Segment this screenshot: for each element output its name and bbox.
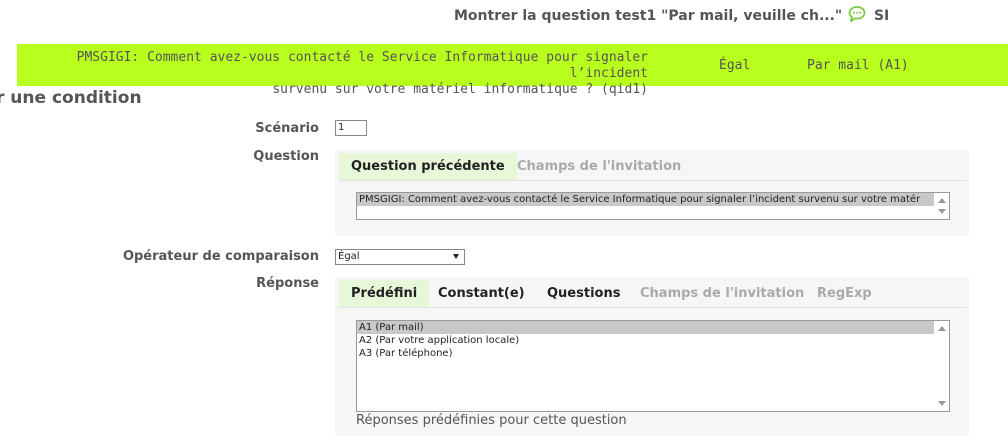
operator-select[interactable]: Égal [335,249,465,265]
scenario-label: Scénario [255,121,319,136]
answers-help-text: Réponses prédéfinies pour cette question [356,413,627,428]
rule-title: Montrer la question test1 "Par mail, veu… [454,6,889,24]
tab-questions[interactable]: Questions [535,280,632,307]
condition-question-line1: PMSGIGI: Comment avez-vous contacté le S… [76,50,648,81]
operator-select-value: Égal [338,251,360,262]
answer-option[interactable]: A3 (Par téléphone) [357,347,949,360]
section-title: r une condition [0,88,142,108]
tab-invitation-fields[interactable]: Champs de l'invitation [505,153,693,180]
question-label: Question [253,149,319,164]
scenario-input[interactable]: 1 [335,120,367,136]
tab-divider [339,180,967,181]
answers-listbox[interactable]: A1 (Par mail) A2 (Par votre application … [356,320,950,412]
question-scrollbar[interactable] [934,193,949,219]
response-label: Réponse [256,276,319,291]
scroll-down-icon[interactable] [938,209,946,214]
rule-title-suffix: SI [873,8,890,24]
answers-scrollbar[interactable] [934,321,949,411]
dropdown-caret-icon [453,254,459,259]
tab-constant[interactable]: Constant(e) [426,280,537,307]
tab-divider [339,307,967,308]
tab-previous-question[interactable]: Question précédente [339,153,517,180]
answer-option[interactable]: A1 (Par mail) [357,321,949,334]
scroll-up-icon[interactable] [938,198,946,203]
question-listbox[interactable]: PMSGIGI: Comment avez-vous contacté le S… [356,192,950,220]
condition-summary-bar: PMSGIGI: Comment avez-vous contacté le S… [17,44,1008,97]
condition-answer: Par mail (A1) [807,58,909,73]
scroll-up-icon[interactable] [938,326,946,331]
question-list-item[interactable]: PMSGIGI: Comment avez-vous contacté le S… [357,193,949,206]
operator-label: Opérateur de comparaison [122,249,319,264]
speech-bubble-icon[interactable] [848,6,866,22]
tab-invitation-fields-response[interactable]: Champs de l'invitation [628,280,816,307]
answer-option[interactable]: A2 (Par votre application locale) [357,334,949,347]
question-panel: Question précédente Champs de l'invitati… [335,150,969,236]
condition-operator: Égal [719,58,751,73]
rule-title-text: Montrer la question test1 "Par mail, veu… [454,8,843,24]
tab-predefined[interactable]: Prédéfini [339,280,430,307]
scroll-down-icon[interactable] [938,401,946,406]
tab-regexp[interactable]: RegExp [805,280,884,307]
